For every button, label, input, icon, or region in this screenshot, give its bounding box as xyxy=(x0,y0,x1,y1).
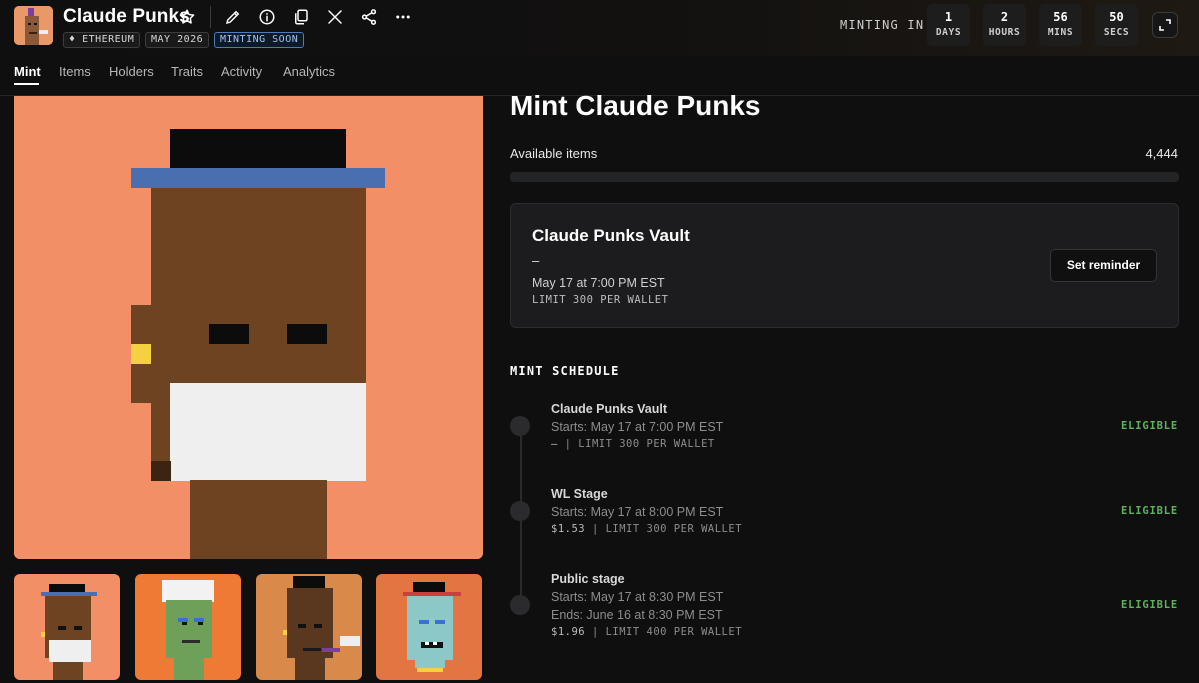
stage-name: Claude Punks Vault xyxy=(532,226,690,245)
schedule-stage-name: Claude Punks Vault xyxy=(551,402,668,416)
tab-mint[interactable]: Mint xyxy=(14,64,41,79)
nft-thumbnail[interactable] xyxy=(376,574,482,680)
collection-header: Claude Punks ♦ ETHEREUM MAY 2026 MINTING… xyxy=(0,0,1199,56)
schedule-stage-meta: $1.96 | LIMIT 400 PER WALLET xyxy=(551,626,743,638)
tab-traits[interactable]: Traits xyxy=(171,64,203,79)
eligibility-status: ELIGIBLE xyxy=(1121,505,1178,517)
nft-thumbnail[interactable] xyxy=(256,574,362,680)
mint-title: Mint Claude Punks xyxy=(510,90,761,121)
mint-progress-bar xyxy=(510,172,1179,182)
schedule-stage-end: Ends: June 16 at 8:30 PM EST xyxy=(551,608,723,622)
nft-thumbnail[interactable] xyxy=(14,574,120,680)
mint-schedule-heading: MINT SCHEDULE xyxy=(510,364,620,378)
collection-avatar[interactable] xyxy=(14,6,53,45)
date-badge: MAY 2026 xyxy=(145,32,210,48)
stage-dot xyxy=(510,595,530,615)
chain-badge: ♦ ETHEREUM xyxy=(63,32,141,48)
x-logo-icon[interactable] xyxy=(325,7,345,27)
available-items-count: 4,444 xyxy=(1145,146,1178,161)
eligibility-status: ELIGIBLE xyxy=(1121,599,1178,611)
info-icon[interactable] xyxy=(257,7,277,27)
nft-thumbnail[interactable] xyxy=(135,574,241,680)
countdown-hours: 2 HOURS xyxy=(983,4,1026,46)
ethereum-icon: ♦ xyxy=(69,34,76,45)
pencil-icon[interactable] xyxy=(223,7,243,27)
available-items-label: Available items xyxy=(510,146,598,161)
countdown-mins: 56 MINS xyxy=(1039,4,1082,46)
schedule-stage-name: Public stage xyxy=(551,572,625,586)
stage-dot xyxy=(510,416,530,436)
collection-title: Claude Punks xyxy=(63,6,190,27)
more-icon[interactable] xyxy=(393,7,413,27)
eligibility-status: ELIGIBLE xyxy=(1121,420,1178,432)
expand-icon xyxy=(1159,19,1171,31)
tab-items[interactable]: Items xyxy=(59,64,91,79)
stage-limit: LIMIT 300 PER WALLET xyxy=(532,294,669,306)
stage-date: May 17 at 7:00 PM EST xyxy=(532,276,665,290)
copy-icon[interactable] xyxy=(291,7,311,27)
stage-price: – xyxy=(532,253,540,268)
schedule-stage-name: WL Stage xyxy=(551,487,608,501)
header-divider xyxy=(210,6,211,28)
schedule-stage-meta: $1.53 | LIMIT 300 PER WALLET xyxy=(551,523,743,535)
expand-button[interactable] xyxy=(1152,12,1178,38)
schedule-stage-start: Starts: May 17 at 7:00 PM EST xyxy=(551,420,724,434)
tab-holders[interactable]: Holders xyxy=(109,64,154,79)
countdown-label: MINTING IN xyxy=(840,18,925,32)
share-icon[interactable] xyxy=(359,7,379,27)
schedule-stage-meta: – | LIMIT 300 PER WALLET xyxy=(551,438,715,450)
stage-dot xyxy=(510,501,530,521)
star-icon[interactable] xyxy=(177,7,197,27)
tab-activity[interactable]: Activity xyxy=(221,64,262,79)
tab-analytics[interactable]: Analytics xyxy=(283,64,335,79)
set-reminder-button[interactable]: Set reminder xyxy=(1050,249,1157,282)
active-stage-card: Claude Punks Vault – May 17 at 7:00 PM E… xyxy=(510,203,1179,328)
status-badge: MINTING SOON xyxy=(214,32,305,48)
countdown-secs: 50 SECS xyxy=(1095,4,1138,46)
schedule-stage-start: Starts: May 17 at 8:30 PM EST xyxy=(551,590,724,604)
schedule-stage-start: Starts: May 17 at 8:00 PM EST xyxy=(551,505,724,519)
active-tab-indicator xyxy=(14,83,39,85)
featured-nft-image[interactable] xyxy=(14,96,483,559)
countdown-days: 1 DAYS xyxy=(927,4,970,46)
